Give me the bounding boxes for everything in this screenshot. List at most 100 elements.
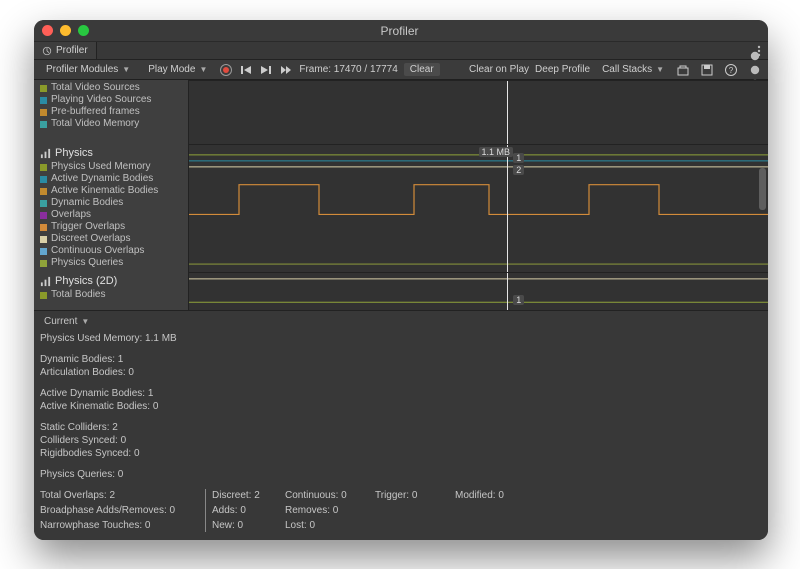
module-video: Total Video SourcesPlaying Video Sources… [34, 80, 768, 144]
svg-text:?: ? [729, 66, 734, 75]
legend-physics2d: Physics (2D) Total Bodies [34, 272, 189, 310]
legend-label: Active Dynamic Bodies [51, 173, 153, 185]
chevron-down-icon: ▼ [122, 65, 130, 74]
tab-profiler[interactable]: Profiler [34, 42, 97, 59]
stat-line: Active Kinematic Bodies: 0 [40, 400, 762, 413]
tab-bar: Profiler [34, 42, 768, 60]
cursor-marker-1: 1 [513, 153, 524, 163]
stat-line: Dynamic Bodies: 1 [40, 353, 762, 366]
help-icon[interactable]: ? [724, 63, 738, 77]
clear-on-play-toggle[interactable]: Clear on Play [469, 64, 529, 75]
details-pane: Current ▼ Physics Used Memory: 1.1 MB Dy… [34, 311, 768, 540]
profiler-window: Profiler Profiler Profiler Modules ▼ Pla… [34, 20, 768, 540]
play-mode-dropdown[interactable]: Play Mode ▼ [142, 63, 213, 76]
module-physics2d: Physics (2D) Total Bodies 1 [34, 272, 768, 310]
stat-line: Articulation Bodies: 0 [40, 366, 762, 379]
chevron-down-icon: ▼ [656, 65, 664, 74]
legend-item[interactable]: Physics Queries [40, 257, 182, 269]
legend-item[interactable]: Active Dynamic Bodies [40, 173, 182, 185]
color-swatch [40, 85, 47, 92]
stat-line: Physics Used Memory: 1.1 MB [40, 332, 762, 345]
profiler-icon [42, 46, 52, 56]
minimize-window-button[interactable] [60, 25, 71, 36]
legend-label: Active Kinematic Bodies [51, 185, 158, 197]
legend-item[interactable]: Pre-buffered frames [40, 106, 182, 118]
call-stacks-dropdown[interactable]: Call Stacks ▼ [596, 63, 670, 76]
prev-frame-button[interactable] [239, 63, 253, 77]
legend-physics: Physics Physics Used MemoryActive Dynami… [34, 144, 189, 272]
chart-video[interactable] [189, 80, 768, 144]
graph-icon [40, 148, 51, 159]
profiler-body: Total Video SourcesPlaying Video Sources… [34, 80, 768, 540]
legend-item[interactable]: Continuous Overlaps [40, 245, 182, 257]
module-physics: Physics Physics Used MemoryActive Dynami… [34, 144, 768, 272]
legend-label: Total Video Sources [51, 82, 140, 94]
chevron-down-icon: ▼ [199, 65, 207, 74]
chart-stack: Total Video SourcesPlaying Video Sources… [34, 80, 768, 311]
legend-item[interactable]: Playing Video Sources [40, 94, 182, 106]
legend-label: Total Bodies [51, 289, 105, 301]
stat-line: Total Overlaps: 2 [40, 489, 205, 502]
context-menu-icon[interactable] [748, 63, 762, 77]
color-swatch [40, 200, 47, 207]
load-icon[interactable] [676, 63, 690, 77]
profiler-modules-dropdown[interactable]: Profiler Modules ▼ [40, 63, 136, 76]
legend-label: Total Video Memory [51, 118, 139, 130]
close-window-button[interactable] [42, 25, 53, 36]
deep-profile-toggle[interactable]: Deep Profile [535, 64, 590, 75]
window-controls [42, 25, 89, 36]
stat-line: Active Dynamic Bodies: 1 [40, 387, 762, 400]
color-swatch [40, 121, 47, 128]
current-frame-dropdown[interactable]: Current ▼ [40, 315, 93, 328]
module-title-physics2d: Physics (2D) [55, 275, 117, 287]
legend-item[interactable]: Physics Used Memory [40, 161, 182, 173]
legend-video: Total Video SourcesPlaying Video Sources… [34, 80, 189, 144]
cursor-marker: 1 [513, 295, 524, 305]
next-frame-button[interactable] [259, 63, 273, 77]
legend-item[interactable]: Active Kinematic Bodies [40, 185, 182, 197]
legend-item[interactable]: Total Bodies [40, 289, 182, 301]
graph-icon [40, 276, 51, 287]
color-swatch [40, 97, 47, 104]
chart-physics2d[interactable]: 1 [189, 272, 768, 310]
clear-button[interactable]: Clear [404, 63, 440, 76]
titlebar: Profiler [34, 20, 768, 42]
color-swatch [40, 248, 47, 255]
save-icon[interactable] [700, 63, 714, 77]
stat-line: Continuous: 0 [285, 489, 375, 502]
color-swatch [40, 164, 47, 171]
legend-item[interactable]: Discreet Overlaps [40, 233, 182, 245]
vertical-scrollbar[interactable] [759, 168, 766, 210]
legend-item[interactable]: Dynamic Bodies [40, 197, 182, 209]
stat-line: Static Colliders: 2 [40, 421, 762, 434]
profiler-modules-label: Profiler Modules [46, 64, 118, 75]
zoom-window-button[interactable] [78, 25, 89, 36]
legend-label: Physics Used Memory [51, 161, 150, 173]
window-title: Profiler [89, 24, 710, 38]
stat-line: Rigidbodies Synced: 0 [40, 447, 762, 460]
stat-line: Narrowphase Touches: 0 [40, 519, 205, 532]
legend-label: Pre-buffered frames [51, 106, 140, 118]
chart-physics[interactable]: 1.1 MB 1 2 [189, 144, 768, 272]
legend-item[interactable]: Overlaps [40, 209, 182, 221]
chevron-down-icon: ▼ [81, 317, 89, 326]
overlap-grid: Total Overlaps: 2Broadphase Adds/Removes… [40, 489, 762, 532]
stat-line: Physics Queries: 0 [40, 468, 762, 481]
frame-counter: Frame: 17470 / 17774 [299, 64, 397, 75]
legend-label: Physics Queries [51, 257, 123, 269]
call-stacks-label: Call Stacks [602, 64, 652, 75]
tab-label: Profiler [56, 45, 88, 56]
stat-line: New: 0 [212, 519, 285, 532]
legend-label: Discreet Overlaps [51, 233, 130, 245]
legend-item[interactable]: Trigger Overlaps [40, 221, 182, 233]
stat-line: Adds: 0 [212, 504, 285, 517]
record-button[interactable] [219, 63, 233, 77]
legend-item[interactable]: Total Video Sources [40, 82, 182, 94]
color-swatch [40, 188, 47, 195]
legend-item[interactable]: Total Video Memory [40, 118, 182, 130]
cursor-marker-2: 2 [513, 165, 524, 175]
last-frame-button[interactable] [279, 63, 293, 77]
stats: Physics Used Memory: 1.1 MB Dynamic Bodi… [40, 332, 762, 532]
play-mode-label: Play Mode [148, 64, 195, 75]
color-swatch [40, 260, 47, 267]
